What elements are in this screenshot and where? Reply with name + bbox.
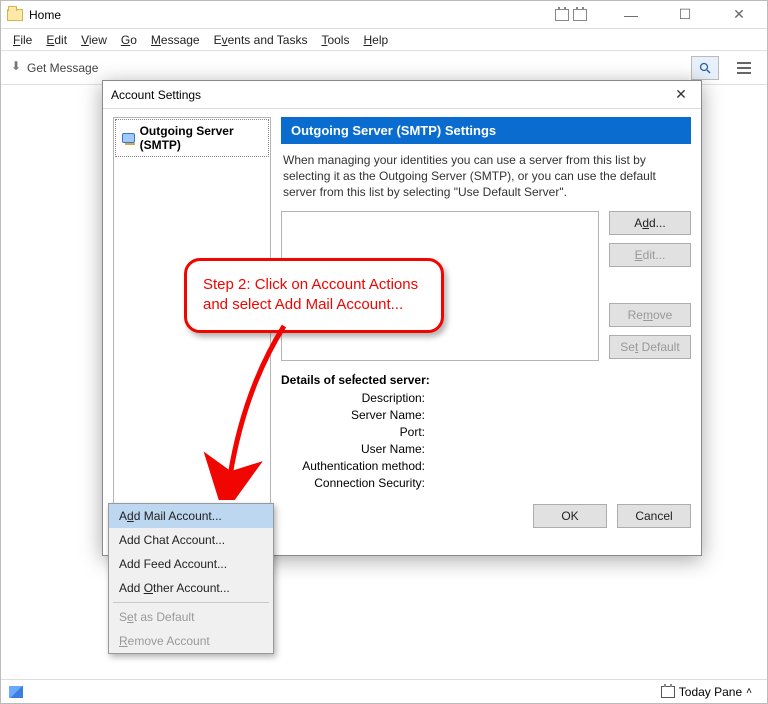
menu-add-other-account[interactable]: Add Other Account... <box>109 576 273 600</box>
edit-server-button[interactable]: Edit... <box>609 243 691 267</box>
get-messages-label: Get Message <box>27 61 98 75</box>
folder-icon <box>7 9 23 21</box>
label-description: Description: <box>281 391 431 405</box>
statusbar: Today Pane ˄ <box>1 679 767 703</box>
label-auth: Authentication method: <box>281 459 431 473</box>
today-pane-label: Today Pane <box>679 685 742 699</box>
value-port <box>431 425 691 439</box>
menu-add-feed-account[interactable]: Add Feed Account... <box>109 552 273 576</box>
search-button[interactable] <box>691 56 719 80</box>
menu-go[interactable]: Go <box>121 33 137 47</box>
get-messages-button[interactable]: Get Message <box>11 61 98 75</box>
label-server-name: Server Name: <box>281 408 431 422</box>
calendar-icon[interactable] <box>555 9 569 21</box>
label-user-name: User Name: <box>281 442 431 456</box>
menu-message[interactable]: Message <box>151 33 200 47</box>
menu-add-mail-account[interactable]: Add Mail Account... <box>109 504 273 528</box>
ok-button[interactable]: OK <box>533 504 607 528</box>
set-default-button[interactable]: Set Default <box>609 335 691 359</box>
tree-item-outgoing-server[interactable]: Outgoing Server (SMTP) <box>115 119 269 157</box>
minimize-button[interactable]: — <box>609 1 653 29</box>
dialog-titlebar: Account Settings ✕ <box>103 81 701 109</box>
dialog-title: Account Settings <box>111 88 201 102</box>
server-buttons-column: Add... Edit... Remove Set Default <box>609 211 691 361</box>
calendar-icon <box>661 686 675 698</box>
cancel-button[interactable]: Cancel <box>617 504 691 528</box>
details-header: Details of sel↕ected server: <box>281 373 691 387</box>
menu-events[interactable]: Events and Tasks <box>214 33 308 47</box>
download-icon <box>11 62 23 74</box>
menu-remove-account: Remove Account <box>109 629 273 653</box>
menu-view[interactable]: View <box>81 33 107 47</box>
value-auth <box>431 459 691 473</box>
menu-separator <box>113 602 269 603</box>
settings-description: When managing your identities you can us… <box>281 144 691 211</box>
status-indicator-icon <box>9 686 23 698</box>
value-server-name <box>431 408 691 422</box>
remove-server-button[interactable]: Remove <box>609 303 691 327</box>
menu-edit[interactable]: Edit <box>46 33 67 47</box>
menu-set-default: Set as Default <box>109 605 273 629</box>
menu-file[interactable]: File <box>13 33 32 47</box>
titlebar-right: — ☐ ✕ <box>555 1 767 29</box>
value-security <box>431 476 691 490</box>
search-icon <box>699 62 711 74</box>
server-icon <box>122 133 135 143</box>
callout-text: Step 2: Click on Account Actions and sel… <box>203 276 418 313</box>
menubar: File Edit View Go Message Events and Tas… <box>1 29 767 51</box>
today-pane-toggle[interactable]: Today Pane ˄ <box>654 682 759 702</box>
dialog-close-button[interactable]: ✕ <box>669 86 693 103</box>
settings-banner: Outgoing Server (SMTP) Settings <box>281 117 691 144</box>
chevron-up-icon: ˄ <box>746 686 752 697</box>
details-grid: Description: Server Name: Port: User Nam… <box>281 391 691 490</box>
label-security: Connection Security: <box>281 476 431 490</box>
value-user-name <box>431 442 691 456</box>
menu-help[interactable]: Help <box>363 33 388 47</box>
tutorial-callout: Step 2: Click on Account Actions and sel… <box>184 258 444 333</box>
titlebar: Home — ☐ ✕ <box>1 1 767 29</box>
account-actions-menu: Add Mail Account... Add Chat Account... … <box>108 503 274 654</box>
dialog-buttons: OK Cancel <box>281 504 691 528</box>
label-port: Port: <box>281 425 431 439</box>
tree-item-label: Outgoing Server (SMTP) <box>140 124 262 152</box>
maximize-button[interactable]: ☐ <box>663 1 707 29</box>
menu-add-chat-account[interactable]: Add Chat Account... <box>109 528 273 552</box>
add-server-button[interactable]: Add... <box>609 211 691 235</box>
tasks-icon[interactable] <box>573 9 587 21</box>
calendar-toggle-icons <box>555 9 587 21</box>
menu-tools[interactable]: Tools <box>321 33 349 47</box>
close-button[interactable]: ✕ <box>717 1 761 29</box>
window-title: Home <box>29 8 61 22</box>
hamburger-menu-button[interactable] <box>731 56 757 80</box>
value-description <box>431 391 691 405</box>
